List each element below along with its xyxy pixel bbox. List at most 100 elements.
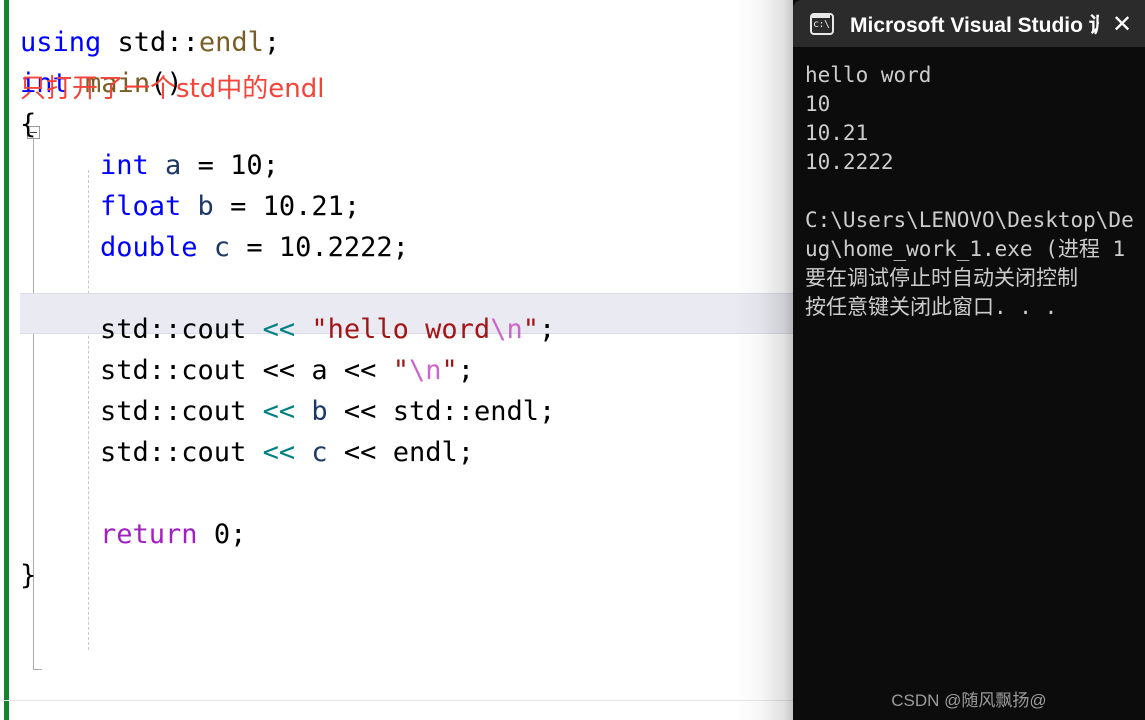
code-line[interactable] bbox=[0, 473, 793, 514]
code-token: ; bbox=[457, 355, 474, 386]
code-token: = bbox=[181, 150, 231, 181]
code-token: << bbox=[343, 355, 377, 386]
code-line[interactable]: } bbox=[0, 555, 793, 596]
code-token: std bbox=[100, 437, 149, 468]
code-token: cout bbox=[181, 396, 247, 427]
code-token: std bbox=[100, 314, 149, 345]
code-token: float bbox=[100, 191, 182, 222]
code-token: \n bbox=[408, 355, 442, 386]
code-token: << bbox=[343, 437, 377, 468]
code-line[interactable]: { bbox=[0, 104, 793, 145]
code-token: << bbox=[262, 314, 296, 345]
code-token: << bbox=[343, 396, 377, 427]
code-token: :: bbox=[148, 396, 182, 427]
code-token: 10 bbox=[230, 150, 263, 181]
console-line: 按任意键关闭此窗口. . . bbox=[805, 295, 1058, 319]
code-line[interactable]: int a = 10; bbox=[0, 145, 793, 186]
code-token: } bbox=[20, 560, 37, 591]
code-token: endl bbox=[392, 437, 458, 468]
code-token: :: bbox=[166, 27, 199, 58]
code-line[interactable]: std::cout << a << "\n"; bbox=[0, 350, 793, 391]
code-token: ; bbox=[538, 314, 556, 345]
code-token: cout bbox=[181, 437, 247, 468]
code-line[interactable]: std::cout << b << std::endl; bbox=[0, 391, 793, 432]
code-token: c bbox=[213, 232, 231, 263]
code-token: << bbox=[262, 437, 296, 468]
code-token: b bbox=[197, 191, 214, 222]
code-token: ; bbox=[230, 519, 247, 550]
console-cmd-icon: c:\ bbox=[810, 12, 834, 35]
code-token: = bbox=[230, 232, 279, 263]
code-token: "hello word bbox=[311, 314, 491, 345]
code-token: = bbox=[213, 191, 263, 222]
code-token: \n bbox=[490, 314, 523, 345]
code-token: ; bbox=[263, 27, 281, 58]
console-line: 10 bbox=[805, 92, 831, 116]
code-token: { bbox=[20, 109, 37, 140]
code-token: a bbox=[165, 150, 182, 181]
code-token: " bbox=[522, 314, 539, 345]
code-token: std bbox=[100, 396, 149, 427]
csdn-watermark: CSDN @随风飘扬@ bbox=[891, 691, 1047, 710]
console-line: hello word bbox=[805, 63, 932, 87]
code-line[interactable]: using std::endl; bbox=[0, 22, 793, 63]
code-token: return bbox=[100, 519, 198, 550]
code-line[interactable]: std::cout << c << endl; bbox=[0, 432, 793, 473]
close-icon[interactable]: ✕ bbox=[1099, 0, 1145, 47]
console-line: 要在调试停止时自动关闭控制 bbox=[805, 266, 1078, 290]
code-token: double bbox=[100, 232, 198, 263]
code-token: ; bbox=[392, 232, 409, 263]
code-token: endl bbox=[198, 27, 264, 58]
console-title-bar[interactable]: c:\ Microsoft Visual Studio 调试控 ✕ bbox=[793, 0, 1145, 47]
code-token: ; bbox=[343, 191, 361, 222]
code-line[interactable]: double c = 10.2222; bbox=[0, 227, 793, 268]
code-line[interactable]: float b = 10.21; bbox=[0, 186, 793, 227]
console-line: 10.2222 bbox=[805, 150, 894, 174]
editor-bottom-divider bbox=[0, 700, 793, 701]
code-token: ; bbox=[539, 396, 556, 427]
code-token: int bbox=[100, 150, 149, 181]
code-token: :: bbox=[148, 437, 182, 468]
code-token: 10.2222 bbox=[278, 232, 393, 263]
code-token: b bbox=[311, 396, 328, 427]
debug-console-window[interactable]: c:\ Microsoft Visual Studio 调试控 ✕ hello … bbox=[793, 0, 1145, 720]
code-token: 0 bbox=[213, 519, 231, 550]
console-line: 10.21 bbox=[805, 121, 869, 145]
code-token: cout bbox=[181, 355, 247, 386]
code-token: a bbox=[311, 355, 328, 386]
code-token: using bbox=[20, 27, 102, 58]
code-line[interactable] bbox=[0, 268, 793, 309]
code-token: << bbox=[262, 355, 296, 386]
code-token: std bbox=[100, 355, 149, 386]
code-token: cout bbox=[181, 314, 247, 345]
code-line[interactable]: std::cout << "hello word\n"; bbox=[0, 309, 793, 350]
code-token: " bbox=[392, 355, 409, 386]
code-line[interactable]: return 0; bbox=[0, 514, 793, 555]
console-line: C:\Users\LENOVO\Desktop\De bbox=[805, 208, 1134, 232]
code-token: << bbox=[262, 396, 296, 427]
screenshot-root: using std::endl; int main(){int a = 10; fl… bbox=[0, 0, 1145, 720]
code-editor-pane[interactable]: using std::endl; int main(){int a = 10; fl… bbox=[0, 0, 793, 720]
code-token: std bbox=[117, 27, 167, 58]
red-annotation-text: 只打开了一个std中的endl bbox=[20, 74, 325, 104]
code-token: :: bbox=[148, 314, 182, 345]
console-window-title: Microsoft Visual Studio 调试控 bbox=[850, 13, 1099, 37]
